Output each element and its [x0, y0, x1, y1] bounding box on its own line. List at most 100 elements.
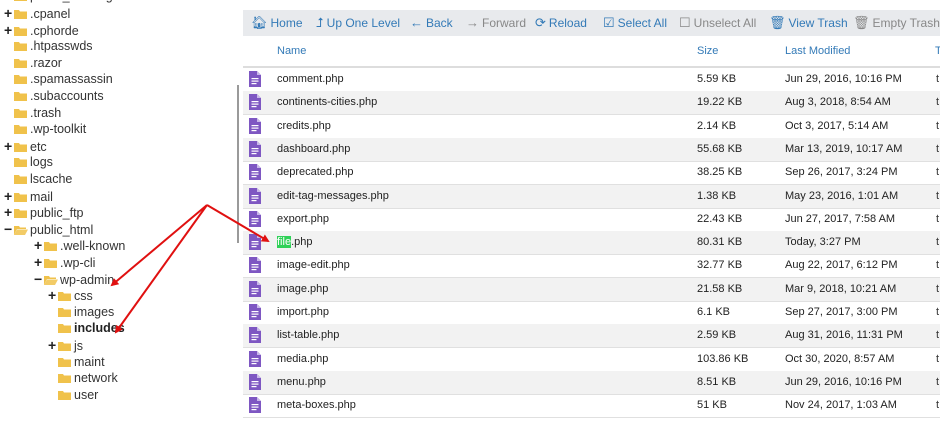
tree-scrollbar[interactable]	[237, 85, 239, 243]
tree-item[interactable]: .trash	[4, 105, 61, 122]
tree-item[interactable]: + css	[48, 287, 93, 304]
tree-item[interactable]: includes	[48, 320, 125, 337]
expand-icon[interactable]: +	[4, 204, 14, 221]
tree-item[interactable]: + .cpanel	[4, 5, 70, 22]
tree-item[interactable]: .spamassassin	[4, 71, 113, 88]
tree-item[interactable]: + .wp-cli	[34, 254, 95, 271]
tree-item[interactable]: maint	[48, 354, 105, 371]
tree-item[interactable]: .htpasswds	[4, 38, 93, 55]
tree-item[interactable]: + .well-known	[34, 237, 125, 254]
file-size: 38.25 KB	[697, 166, 743, 179]
file-size: 80.31 KB	[697, 236, 743, 249]
tree-item[interactable]: + .cphorde	[4, 22, 79, 39]
table-row[interactable]: menu.php 8.51 KB Jun 29, 2016, 10:16 PM t	[243, 370, 940, 395]
table-row[interactable]: list-table.php 2.59 KB Aug 31, 2016, 11:31…	[243, 324, 940, 349]
expand-icon[interactable]: +	[48, 287, 58, 304]
file-type: t	[936, 142, 940, 155]
table-row[interactable]: image-edit.php 32.77 KB Aug 22, 2017, 6:12…	[243, 254, 940, 279]
tree-item[interactable]: + etc	[4, 138, 47, 155]
folder-icon	[14, 26, 28, 36]
tree-item-label: images	[74, 304, 115, 319]
file-modified: Aug 31, 2016, 11:31 PM	[785, 329, 903, 342]
tree-item[interactable]: lscache	[4, 171, 72, 188]
folder-icon	[14, 74, 28, 85]
column-header-last-modified[interactable]: Last Modified	[785, 45, 850, 57]
file-name: dashboard.php	[277, 142, 351, 155]
tree-item[interactable]: + public_ftp	[4, 204, 84, 221]
folder-icon	[14, 192, 28, 202]
tree-item[interactable]: + js	[48, 337, 83, 354]
home-icon: 🏠︎	[251, 15, 268, 30]
tree-item[interactable]: − public_html	[4, 221, 93, 238]
folder-icon	[44, 275, 58, 285]
file-name-rest: .php	[291, 236, 313, 249]
file-icon	[249, 210, 261, 227]
tree-item[interactable]: + mail	[4, 188, 53, 205]
folder-icon	[14, 9, 28, 19]
tree-item-label: .htpasswds	[30, 39, 93, 54]
file-size: 5.59 KB	[697, 73, 737, 85]
table-row[interactable]: image.php 21.58 KB Mar 9, 2018, 10:21 AM t	[243, 277, 940, 302]
table-row[interactable]: dashboard.php 55.68 KB Mar 13, 2019, 10:17…	[243, 137, 940, 162]
tree-item[interactable]: .razor	[4, 55, 62, 72]
table-row[interactable]: comment.php 5.59 KB Jun 29, 2016, 10:16 PM…	[243, 68, 940, 92]
file-name: deprecated.php	[277, 166, 354, 179]
file-modified: Oct 30, 2020, 8:57 AM	[785, 352, 895, 365]
back-button[interactable]: ← Back	[410, 14, 453, 32]
empty-trash-button[interactable]: 🗑︎ Empty Trash	[853, 14, 940, 32]
file-modified: Jun 29, 2016, 10:16 PM	[785, 73, 902, 85]
forward-button[interactable]: → Forward	[466, 14, 526, 32]
view-trash-button[interactable]: 🗑︎ View Trash	[769, 14, 848, 32]
file-name: continents-cities.php	[277, 96, 378, 109]
expand-icon[interactable]: +	[4, 138, 14, 155]
expand-icon[interactable]: +	[4, 22, 14, 39]
collapse-icon[interactable]: −	[34, 271, 44, 288]
table-row[interactable]: edit-tag-messages.php 1.38 KB May 23, 2016…	[243, 184, 940, 209]
file-manager-toolbar: 🏠︎ Home ⮥ Up One Level ← Back → Forward ⟳ Rel…	[243, 10, 940, 36]
expand-icon[interactable]: +	[34, 254, 44, 271]
expand-icon[interactable]: +	[34, 237, 44, 254]
table-row[interactable]: continents-cities.php 19.22 KB Aug 3, 2018…	[243, 91, 940, 116]
select-all-button[interactable]: ☑ Select All	[603, 14, 667, 32]
tree-item-label: wp-admin	[60, 272, 115, 287]
tree-item[interactable]: logs	[4, 154, 53, 171]
folder-icon	[14, 208, 28, 219]
table-row[interactable]: media.php 103.86 KB Oct 30, 2020, 8:57 AM t	[243, 348, 940, 372]
unselect-all-button[interactable]: ☐ Unselect All	[679, 14, 756, 32]
tree-item-label: lscache	[30, 172, 73, 186]
file-size: 55.68 KB	[697, 142, 743, 155]
reload-button[interactable]: ⟳ Reload	[535, 14, 587, 32]
file-icon	[249, 397, 261, 414]
file-size: 19.22 KB	[697, 96, 743, 109]
column-header-size[interactable]: Size	[697, 45, 718, 57]
file-type: t	[936, 399, 940, 412]
table-row[interactable]: import.php 6.1 KB Sep 27, 2017, 3:00 PM t	[243, 301, 940, 325]
file-size: 2.14 KB	[697, 119, 737, 132]
expand-icon[interactable]: +	[4, 188, 14, 205]
file-modified: Jun 29, 2016, 10:16 PM	[785, 375, 902, 388]
up-one-level-button[interactable]: ⮥ Up One Level	[316, 14, 400, 32]
home-button[interactable]: 🏠︎ Home	[251, 14, 303, 32]
table-row[interactable]: credits.php 2.14 KB Oct 3, 2017, 5:14 AM t	[243, 115, 940, 139]
column-header-name[interactable]: Name	[277, 45, 306, 57]
tree-item[interactable]: images	[48, 304, 114, 321]
collapse-icon[interactable]: −	[4, 221, 14, 238]
tree-item[interactable]: − wp-admin	[34, 271, 114, 288]
tree-item[interactable]: user	[48, 387, 98, 404]
folder-icon	[14, 0, 28, 1]
expand-icon[interactable]: +	[48, 337, 58, 354]
tree-item-label: css	[74, 289, 93, 304]
column-header-type[interactable]: T	[935, 45, 940, 57]
tree-item[interactable]: .wp-toolkit	[4, 121, 86, 138]
file-size: 103.86 KB	[697, 352, 749, 365]
file-type: t	[936, 119, 940, 132]
table-row[interactable]: meta-boxes.php 51 KB Nov 24, 2017, 1:03 AM…	[243, 394, 940, 419]
folder-tree: public_errorlog + .cpanel + .cphorde.htpassw…	[0, 0, 232, 422]
tree-item[interactable]: network	[48, 370, 118, 387]
expand-icon[interactable]: +	[4, 5, 14, 22]
tree-item[interactable]: .subaccounts	[4, 88, 104, 105]
file-modified: Aug 3, 2018, 8:54 AM	[785, 96, 891, 109]
table-row[interactable]: export.php 22.43 KB Jun 27, 2017, 7:58 AM t	[243, 208, 940, 232]
table-row[interactable]: file.php 80.31 KB Today, 3:27 PM t	[243, 231, 940, 256]
table-row[interactable]: deprecated.php 38.25 KB Sep 26, 2017, 3:24…	[243, 161, 940, 186]
